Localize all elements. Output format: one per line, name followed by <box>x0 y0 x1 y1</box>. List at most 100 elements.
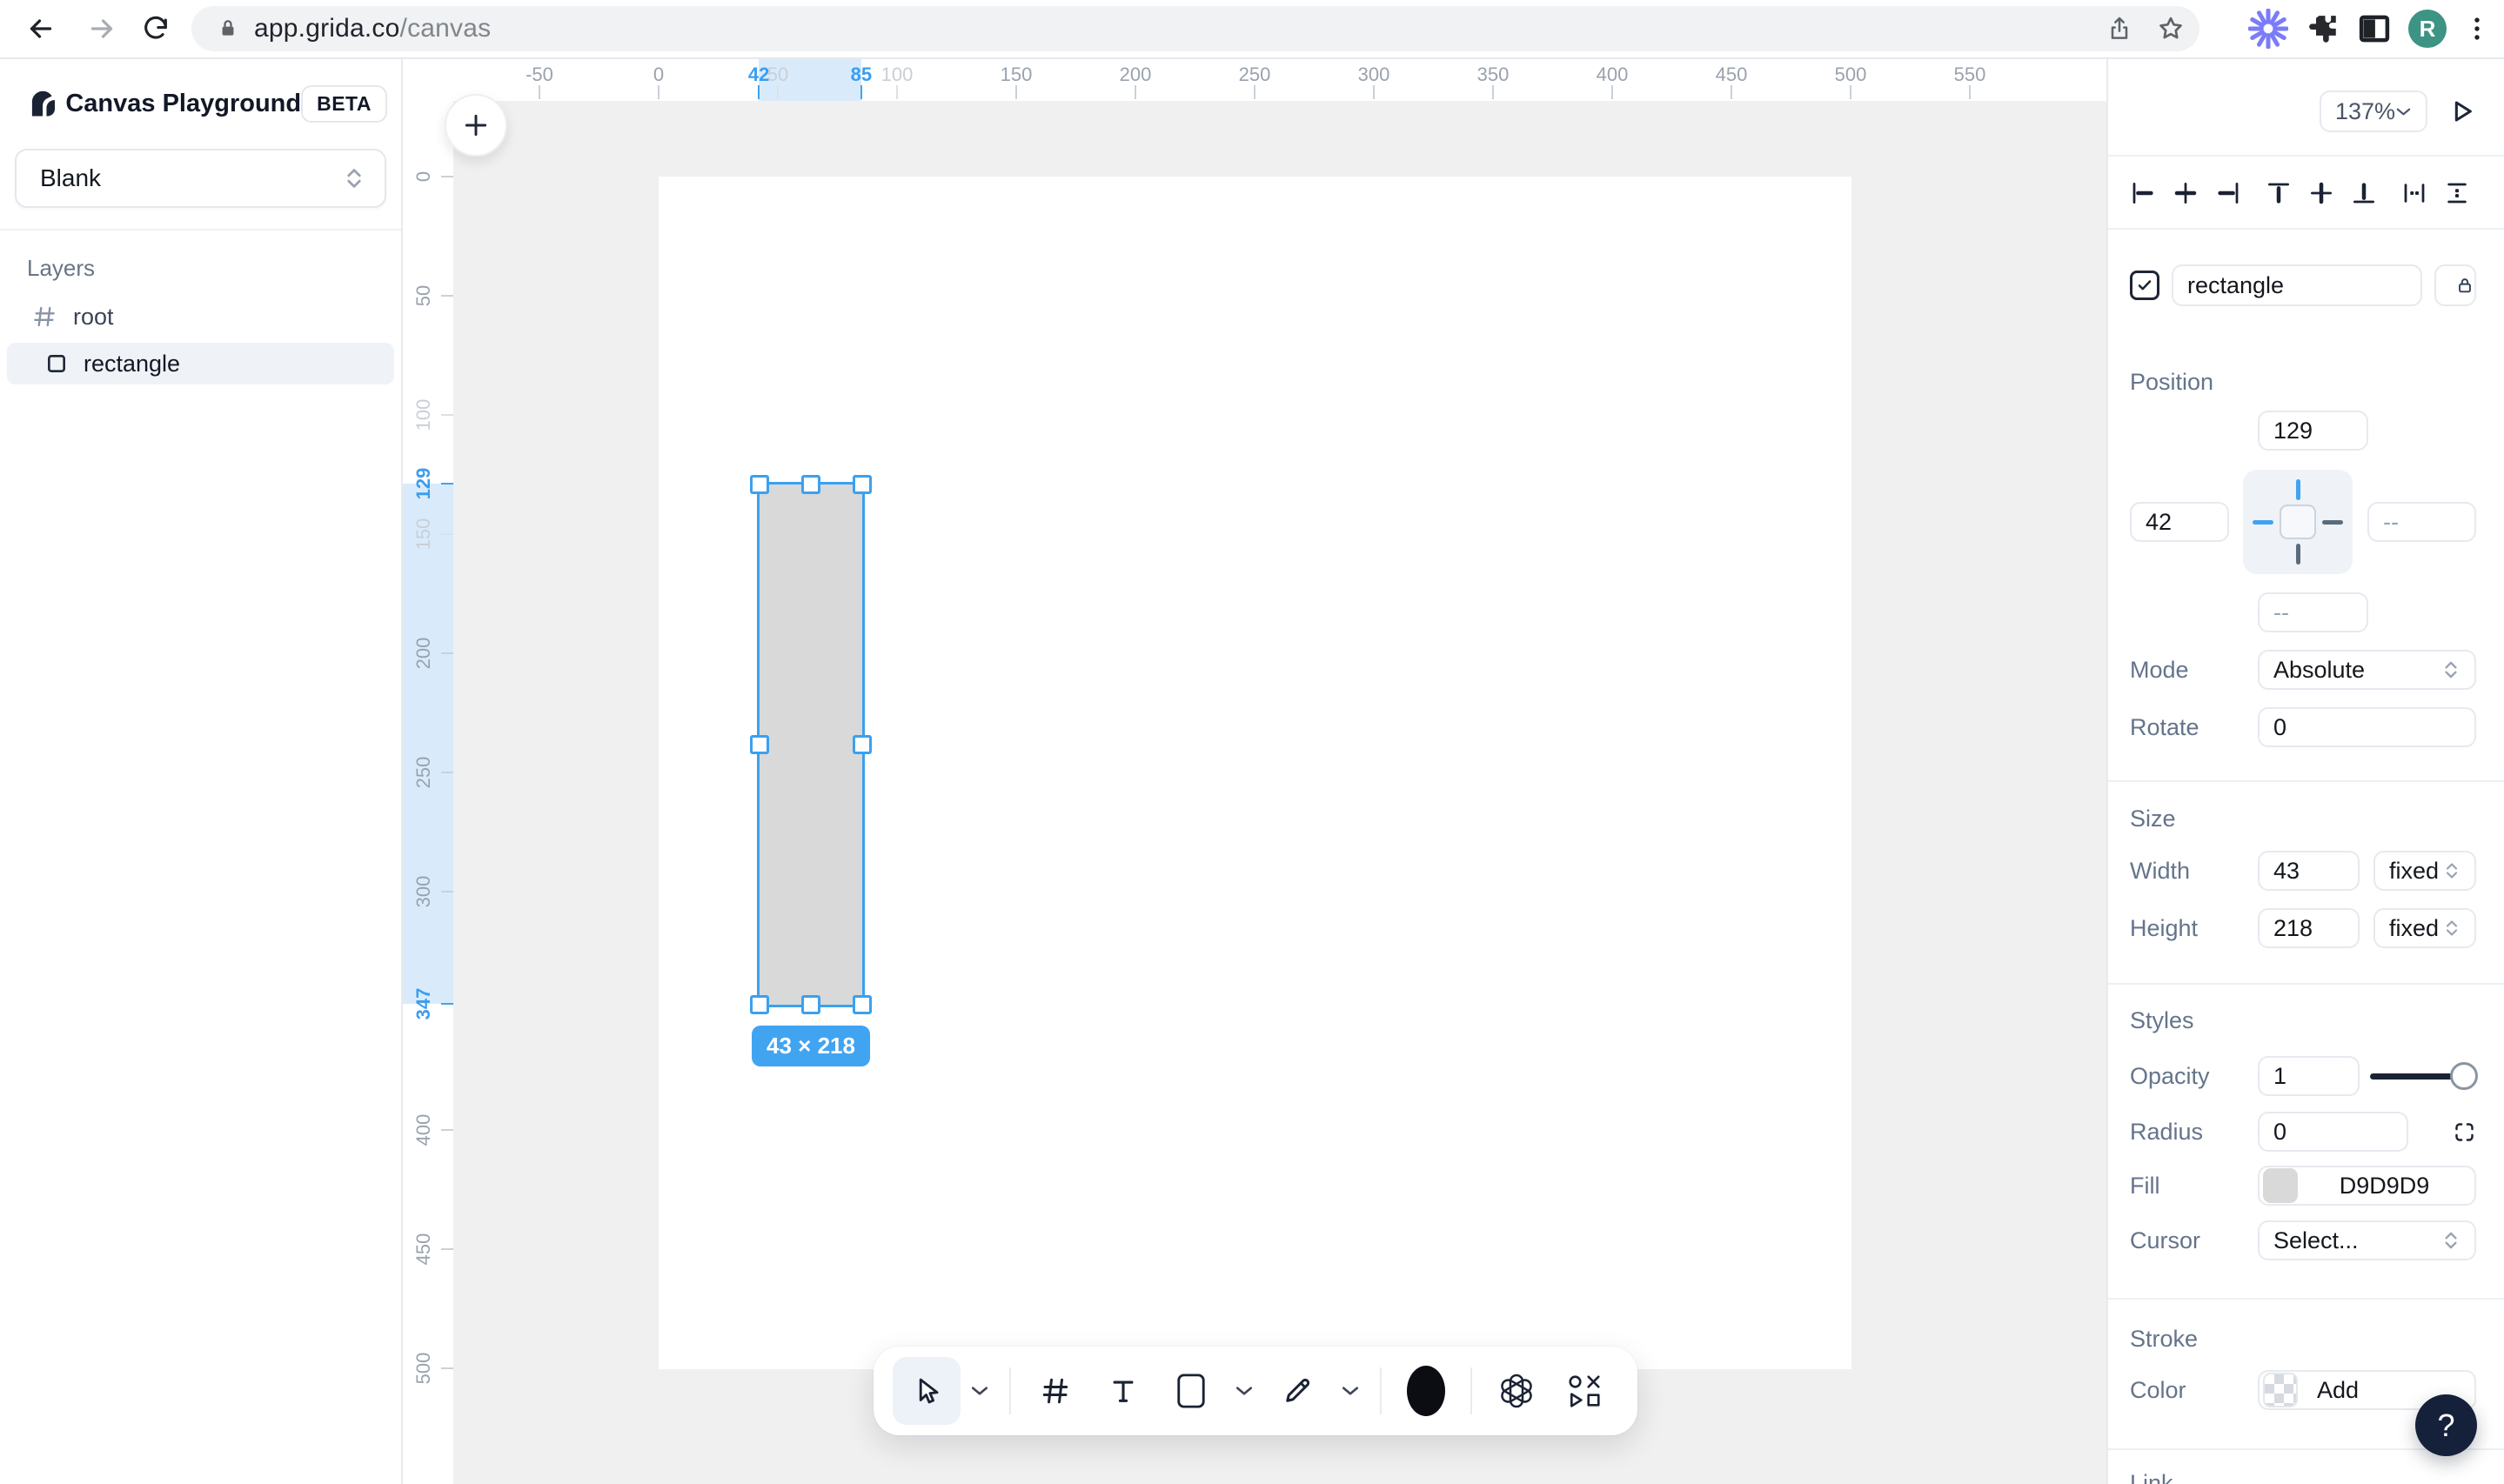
panel-divider <box>2108 780 2504 782</box>
ruler-v: 050100129150200250300347400450500 <box>403 101 453 1484</box>
chevron-down-icon <box>2395 106 2412 117</box>
chevron-down-icon <box>970 1385 989 1397</box>
browser-menu-kebab-icon[interactable] <box>2462 14 2492 43</box>
distribute-vertical-icon[interactable] <box>2444 180 2470 206</box>
url-bar[interactable]: app.grida.co/canvas <box>191 6 2199 51</box>
distribute-horizontal-icon[interactable] <box>2401 180 2427 206</box>
cursor-tool-dropdown[interactable] <box>961 1357 999 1425</box>
profile-avatar[interactable]: R <box>2408 10 2447 48</box>
align-top-icon[interactable] <box>2266 180 2292 206</box>
alignment-toolbar <box>2130 178 2476 208</box>
cursor-tool-button[interactable] <box>893 1357 961 1425</box>
properties-panel: 137% rectangle 5 Position <box>2106 57 2504 1484</box>
browser-reload-button[interactable] <box>136 9 176 49</box>
resize-handle-right[interactable] <box>853 735 872 754</box>
browser-forward-button[interactable] <box>82 9 122 49</box>
slider-thumb[interactable] <box>2450 1062 2478 1090</box>
rotate-label: Rotate <box>2130 714 2258 741</box>
extensions-puzzle-icon[interactable] <box>2304 10 2340 47</box>
pencil-icon <box>1282 1375 1313 1407</box>
shape-tool-dropdown[interactable] <box>1225 1357 1263 1425</box>
ai-assistant-button[interactable] <box>1483 1357 1550 1425</box>
share-icon[interactable] <box>2106 15 2133 43</box>
lock-icon <box>2455 275 2474 296</box>
shape-tool-button[interactable] <box>1157 1357 1225 1425</box>
browser-back-button[interactable] <box>21 9 61 49</box>
fill-button[interactable]: D9D9D9 <box>2258 1166 2476 1206</box>
chevron-down-icon <box>1235 1385 1254 1397</box>
resize-handle-top-left[interactable] <box>750 475 769 494</box>
chevron-up-down-icon <box>2443 860 2460 881</box>
layer-visible-checkbox[interactable] <box>2130 271 2159 300</box>
anchor-center-box <box>2280 505 2316 539</box>
extension-asterisk-icon[interactable] <box>2248 9 2288 49</box>
pen-tool-button[interactable] <box>1263 1357 1331 1425</box>
opacity-input[interactable]: 1 <box>2258 1056 2360 1096</box>
align-left-icon[interactable] <box>2130 180 2156 206</box>
panel-divider <box>2108 1298 2504 1300</box>
hash-icon <box>31 304 57 330</box>
rotate-input[interactable]: 0 <box>2258 707 2476 747</box>
resize-handle-bottom[interactable] <box>801 995 820 1014</box>
layer-item-rectangle[interactable]: rectangle <box>7 343 394 384</box>
stroke-color-label: Color <box>2130 1377 2258 1404</box>
help-button[interactable]: ? <box>2415 1394 2477 1456</box>
align-horizontal-center-icon[interactable] <box>2173 180 2199 206</box>
height-mode-select[interactable]: fixed <box>2373 908 2476 948</box>
position-left-input[interactable]: 42 <box>2130 502 2229 542</box>
radius-label: Radius <box>2130 1119 2258 1146</box>
layer-item-root[interactable]: root <box>0 296 401 338</box>
resize-handle-left[interactable] <box>750 735 769 754</box>
lock-icon <box>216 17 240 41</box>
resize-handle-top-right[interactable] <box>853 475 872 494</box>
height-label: Height <box>2130 915 2258 942</box>
layer-label: root <box>73 304 114 331</box>
grida-logo-icon <box>27 84 57 124</box>
align-bottom-icon[interactable] <box>2351 180 2377 206</box>
mode-select[interactable]: Absolute <box>2258 650 2476 690</box>
ruler-h: -500425085100150200250300350400450500550 <box>403 57 2108 101</box>
transparent-swatch-icon <box>2263 1373 2298 1407</box>
resize-handle-top[interactable] <box>801 475 820 494</box>
anchor-top-dash <box>2296 479 2300 500</box>
layer-name-input[interactable]: rectangle <box>2172 264 2422 306</box>
plus-icon <box>462 111 490 139</box>
side-panel-icon[interactable] <box>2356 10 2393 47</box>
beta-badge: BETA <box>301 85 387 123</box>
canvas-viewport[interactable]: 43 × 218 -500425085100150200250300350400… <box>403 57 2108 1484</box>
play-icon[interactable] <box>2448 97 2476 125</box>
fill-swatch <box>2263 1168 2298 1203</box>
radius-input[interactable]: 0 <box>2258 1112 2408 1152</box>
toolbar-divider <box>1380 1367 1382 1414</box>
lock-layer-button[interactable]: 5 <box>2434 264 2476 306</box>
cursor-select[interactable]: Select... <box>2258 1220 2476 1260</box>
height-input[interactable]: 218 <box>2258 908 2360 948</box>
zoom-select[interactable]: 137% <box>2320 90 2427 132</box>
position-anchor-widget[interactable] <box>2243 470 2353 574</box>
add-node-button[interactable] <box>445 94 507 157</box>
position-right-input[interactable]: -- <box>2367 502 2476 542</box>
position-bottom-input[interactable]: -- <box>2258 592 2368 632</box>
resize-handle-bottom-right[interactable] <box>853 995 872 1014</box>
template-select[interactable]: Blank <box>15 149 386 208</box>
pen-tool-dropdown[interactable] <box>1331 1357 1369 1425</box>
resize-handle-bottom-left[interactable] <box>750 995 769 1014</box>
cursor-icon <box>910 1374 943 1407</box>
align-right-icon[interactable] <box>2215 180 2241 206</box>
opacity-slider[interactable] <box>2370 1059 2476 1093</box>
align-vertical-center-icon[interactable] <box>2308 180 2334 206</box>
width-input[interactable]: 43 <box>2258 851 2360 891</box>
corner-radius-icon[interactable] <box>2453 1120 2476 1144</box>
paint-color-button[interactable] <box>1392 1357 1460 1425</box>
playground-games-button[interactable] <box>1550 1357 1618 1425</box>
container-tool-button[interactable] <box>1021 1357 1089 1425</box>
cursor-label: Cursor <box>2130 1227 2258 1254</box>
bookmark-star-icon[interactable] <box>2156 14 2186 43</box>
position-top-input[interactable]: 129 <box>2258 411 2368 451</box>
color-swatch <box>1407 1366 1445 1416</box>
selected-rectangle[interactable]: 43 × 218 <box>757 482 865 1006</box>
width-mode-select[interactable]: fixed <box>2373 851 2476 891</box>
text-tool-button[interactable] <box>1089 1357 1157 1425</box>
template-select-value: Blank <box>40 164 101 192</box>
toolbar-divider <box>1009 1367 1011 1414</box>
